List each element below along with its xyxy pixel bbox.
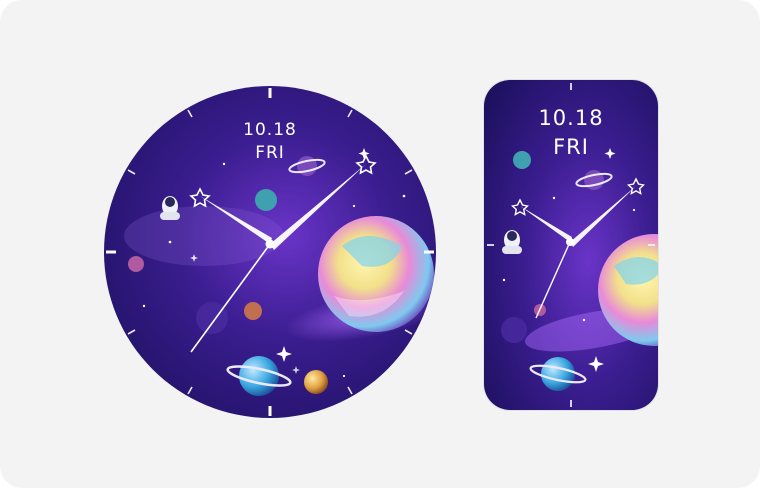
date-label: 10.18 <box>243 120 297 140</box>
planet-icon <box>255 189 277 211</box>
day-label: FRI <box>553 135 589 159</box>
day-label: FRI <box>255 143 285 163</box>
rectangular-watch-face[interactable]: 10.18 FRI <box>484 80 658 410</box>
big-planet <box>318 216 434 332</box>
date-label: 10.18 <box>538 106 604 130</box>
round-watch-face[interactable]: 10.18 FRI <box>104 86 436 418</box>
preview-card: 10.18 FRI 10.18 FRI <box>0 0 760 488</box>
